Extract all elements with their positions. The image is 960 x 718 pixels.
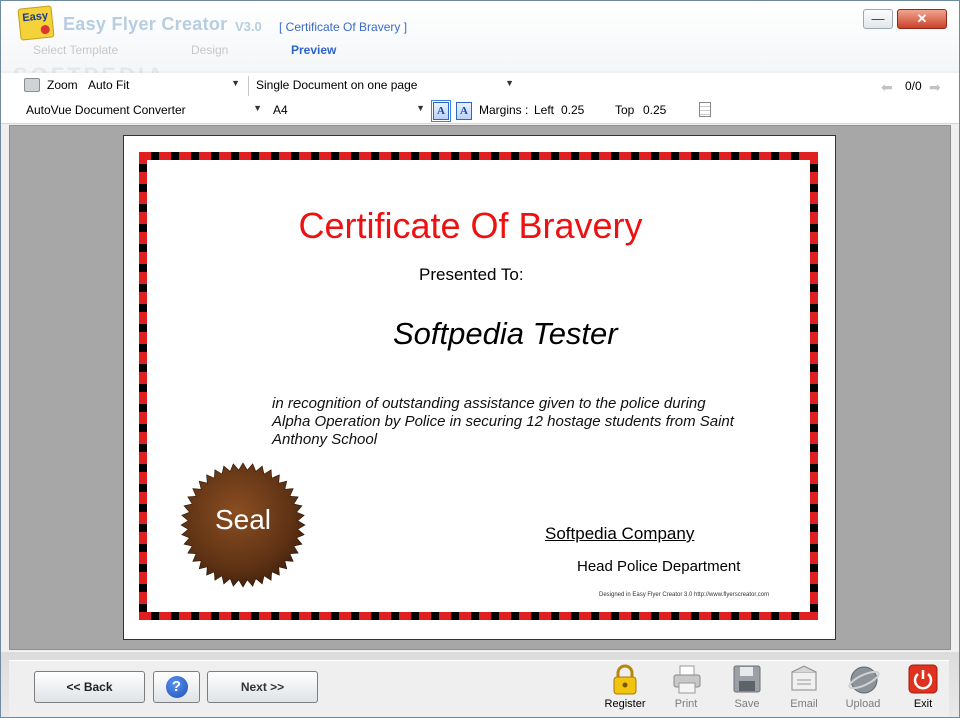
print-label: Print [674,698,698,710]
help-icon: ? [165,676,188,698]
upload-button[interactable]: Upload [838,664,888,710]
printer-icon [671,664,701,694]
margins-label: Margins : [479,103,529,117]
top-margin-label: Top [615,103,635,117]
step-select-template[interactable]: Select Template [33,43,118,57]
register-button[interactable]: Register [600,664,650,710]
page-setup-icon[interactable] [699,102,711,117]
paper-size-select[interactable]: A4 ▼ [269,100,429,121]
company-name: Softpedia Company [545,524,695,543]
step-preview[interactable]: Preview [291,43,336,57]
app-window: Easy Easy Flyer Creator V3.0 [ Certifica… [0,0,960,718]
divider [248,76,249,96]
zoom-label: Zoom [47,78,78,92]
minimize-button[interactable]: — [863,9,893,29]
save-button[interactable]: Save [722,664,772,710]
email-button[interactable]: Email [779,664,829,710]
certificate-border-left [139,152,147,620]
department-name: Head Police Department [577,558,741,575]
page-count: 0/0 [905,79,922,93]
certificate-title: Certificate Of Bravery [298,205,643,246]
floppy-disk-icon [732,664,762,694]
exit-button[interactable]: Exit [898,664,948,710]
step-design[interactable]: Design [191,43,228,57]
top-margin-input[interactable]: 0.25 [641,100,691,120]
exit-label: Exit [913,698,933,710]
upload-label: Upload [845,698,881,710]
print-button[interactable]: Print [661,664,711,710]
certificate-border-right [810,152,818,620]
paper-size-value: A4 [273,103,288,117]
seal-text: Seal [214,504,272,535]
printer-select[interactable]: AutoVue Document Converter ▼ [22,100,266,121]
app-version: V3.0 [235,19,262,34]
wizard-steps: Select Template Design Preview [1,43,501,61]
chevron-down-icon: ▼ [416,103,425,113]
app-logo: Easy [17,5,55,41]
recognition-text: in recognition of outstanding assistance… [272,395,734,448]
presented-to-text: Presented To: [419,265,524,284]
chevron-down-icon: ▼ [505,78,514,88]
page-layout-select[interactable]: Single Document on one page ▼ [252,75,518,96]
next-button[interactable]: Next >> [207,671,318,703]
email-icon [789,664,819,694]
lock-icon [610,664,640,695]
register-label: Register [604,698,646,710]
email-label: Email [790,698,818,710]
landscape-orientation-icon[interactable]: A [456,102,472,120]
chevron-down-icon: ▼ [253,103,262,113]
printer-value: AutoVue Document Converter [26,103,186,117]
recipient-name: Softpedia Tester [393,316,618,351]
portrait-orientation-icon[interactable]: A [431,100,451,122]
globe-icon [848,664,880,694]
designed-by-credit: Designed in Easy Flyer Creator 3.0 http:… [599,592,770,598]
page-layout-value: Single Document on one page [256,78,418,92]
zoom-value: Auto Fit [88,78,130,92]
back-button[interactable]: << Back [34,671,145,703]
prev-page-icon[interactable]: ⬅ [881,79,893,96]
document-title: [ Certificate Of Bravery ] [279,20,408,34]
close-button[interactable]: ✕ [897,9,947,29]
chevron-down-icon: ▼ [231,78,240,88]
left-margin-input[interactable]: 0.25 [559,100,609,120]
power-icon [908,664,938,694]
next-page-icon[interactable]: ➡ [929,79,941,96]
printer-icon [24,78,40,92]
zoom-select[interactable]: Auto Fit ▼ [84,75,244,96]
left-margin-label: Left [534,103,555,117]
app-name: Easy Flyer Creator [63,14,228,34]
save-label: Save [734,698,760,710]
help-button[interactable]: ? [153,671,200,703]
